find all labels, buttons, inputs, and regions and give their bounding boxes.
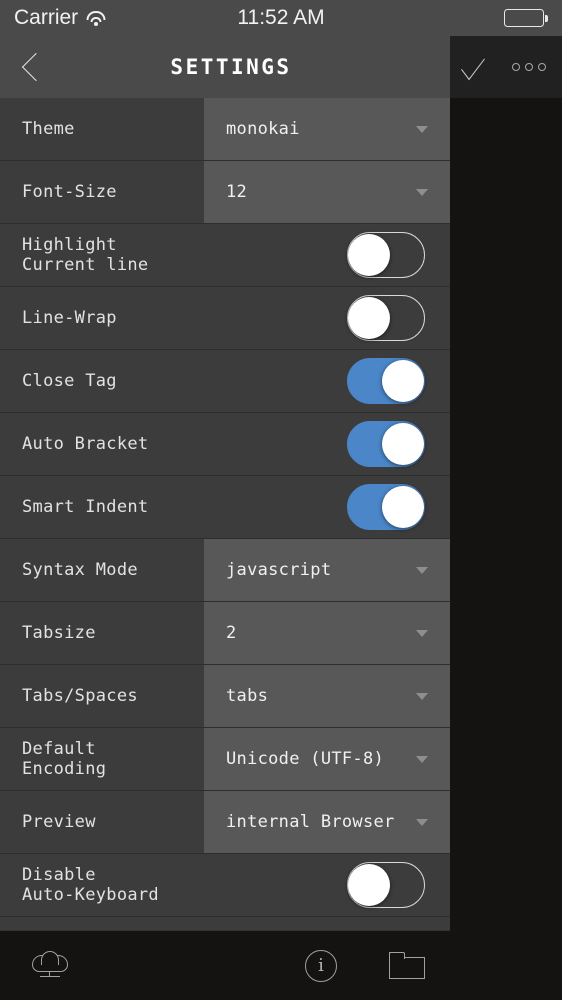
settings-toggle[interactable] [347,358,425,404]
toggle-knob [382,486,424,528]
more-options-icon [538,63,546,71]
settings-dropdown-value: 2 [226,623,416,643]
settings-dropdown-value: internal Browser [226,812,416,832]
settings-row-line-wrap[interactable]: Line-Wrap [0,287,450,350]
toggle-knob [348,864,390,906]
settings-row-label: Preview [0,812,204,832]
settings-row-default-encoding[interactable]: Default Encoding Unicode (UTF-8) [0,728,450,791]
settings-dropdown[interactable]: 2 [204,602,450,664]
settings-row-tabsize[interactable]: Tabsize 2 [0,602,450,665]
more-options-button[interactable] [496,63,562,71]
settings-toggle[interactable] [347,484,425,530]
settings-dropdown-value: 12 [226,182,416,202]
status-bar-left: Carrier [0,6,185,30]
settings-dropdown[interactable]: tabs [204,665,450,727]
status-bar: Carrier 11:52 AM [0,0,562,36]
settings-row-font-size[interactable]: Font-Size 12 [0,161,450,224]
more-options-icon [525,63,533,71]
cloud-icon [32,953,68,979]
settings-toggle[interactable] [347,421,425,467]
confirm-button[interactable] [450,36,496,98]
settings-row-label: Tabsize [0,623,204,643]
wifi-icon [86,10,106,26]
more-options-icon [512,63,520,71]
chevron-down-icon [416,567,428,574]
settings-toggle[interactable] [347,862,425,908]
bottom-toolbar: i [0,930,450,1000]
chevron-down-icon [416,630,428,637]
folder-button[interactable] [364,952,450,979]
settings-dropdown-value: monokai [226,119,416,139]
status-bar-right [377,9,562,27]
settings-dropdown-value: Unicode (UTF-8) [226,749,416,769]
settings-row-auto-bracket[interactable]: Auto Bracket [0,413,450,476]
battery-body [504,9,544,27]
chevron-down-icon [416,189,428,196]
chevron-down-icon [416,693,428,700]
settings-dropdown-value: javascript [226,560,416,580]
settings-row-tabs-spaces[interactable]: Tabs/Spaces tabs [0,665,450,728]
settings-dropdown-value: tabs [226,686,416,706]
battery-cap [545,15,548,22]
settings-row-highlight-current-line[interactable]: Highlight Current line [0,224,450,287]
settings-toggle[interactable] [347,232,425,278]
editor-toolbar [450,36,562,98]
page-title: SETTINGS [72,55,450,79]
settings-dropdown[interactable]: Unicode (UTF-8) [204,728,450,790]
carrier-label: Carrier [14,6,78,30]
back-button[interactable] [0,36,72,98]
info-button[interactable]: i [278,950,364,982]
chevron-down-icon [416,126,428,133]
settings-panel: Theme monokai Font-Size 12 Highlight Current… [0,98,450,930]
settings-row-label: Syntax Mode [0,560,204,580]
settings-row-syntax-mode[interactable]: Syntax Mode javascript [0,539,450,602]
checkmark-icon [461,48,485,79]
toggle-knob [382,360,424,402]
settings-row-label: Default Encoding [0,739,204,779]
toggle-knob [348,297,390,339]
status-bar-time: 11:52 AM [185,6,376,30]
settings-row-label: Tabs/Spaces [0,686,204,706]
settings-dropdown[interactable]: internal Browser [204,791,450,853]
chevron-down-icon [416,819,428,826]
info-icon: i [305,950,337,982]
settings-row-disable-auto-keyboard[interactable]: Disable Auto-Keyboard [0,854,450,917]
settings-dropdown[interactable]: javascript [204,539,450,601]
settings-row-smart-indent[interactable]: Smart Indent [0,476,450,539]
toggle-knob [348,234,390,276]
chevron-left-icon [22,53,50,81]
chevron-down-icon [416,756,428,763]
settings-row-theme[interactable]: Theme monokai [0,98,450,161]
folder-icon [389,952,425,979]
settings-dropdown[interactable]: 12 [204,161,450,223]
toggle-knob [382,423,424,465]
battery-icon [504,9,548,27]
settings-dropdown[interactable]: monokai [204,98,450,160]
settings-row-close-tag[interactable]: Close Tag [0,350,450,413]
settings-row-preview[interactable]: Preview internal Browser [0,791,450,854]
navigation-bar: SETTINGS [0,36,450,98]
settings-toggle[interactable] [347,295,425,341]
cloud-button[interactable] [0,953,100,979]
settings-row-label: Theme [0,119,204,139]
settings-row-label: Font-Size [0,182,204,202]
